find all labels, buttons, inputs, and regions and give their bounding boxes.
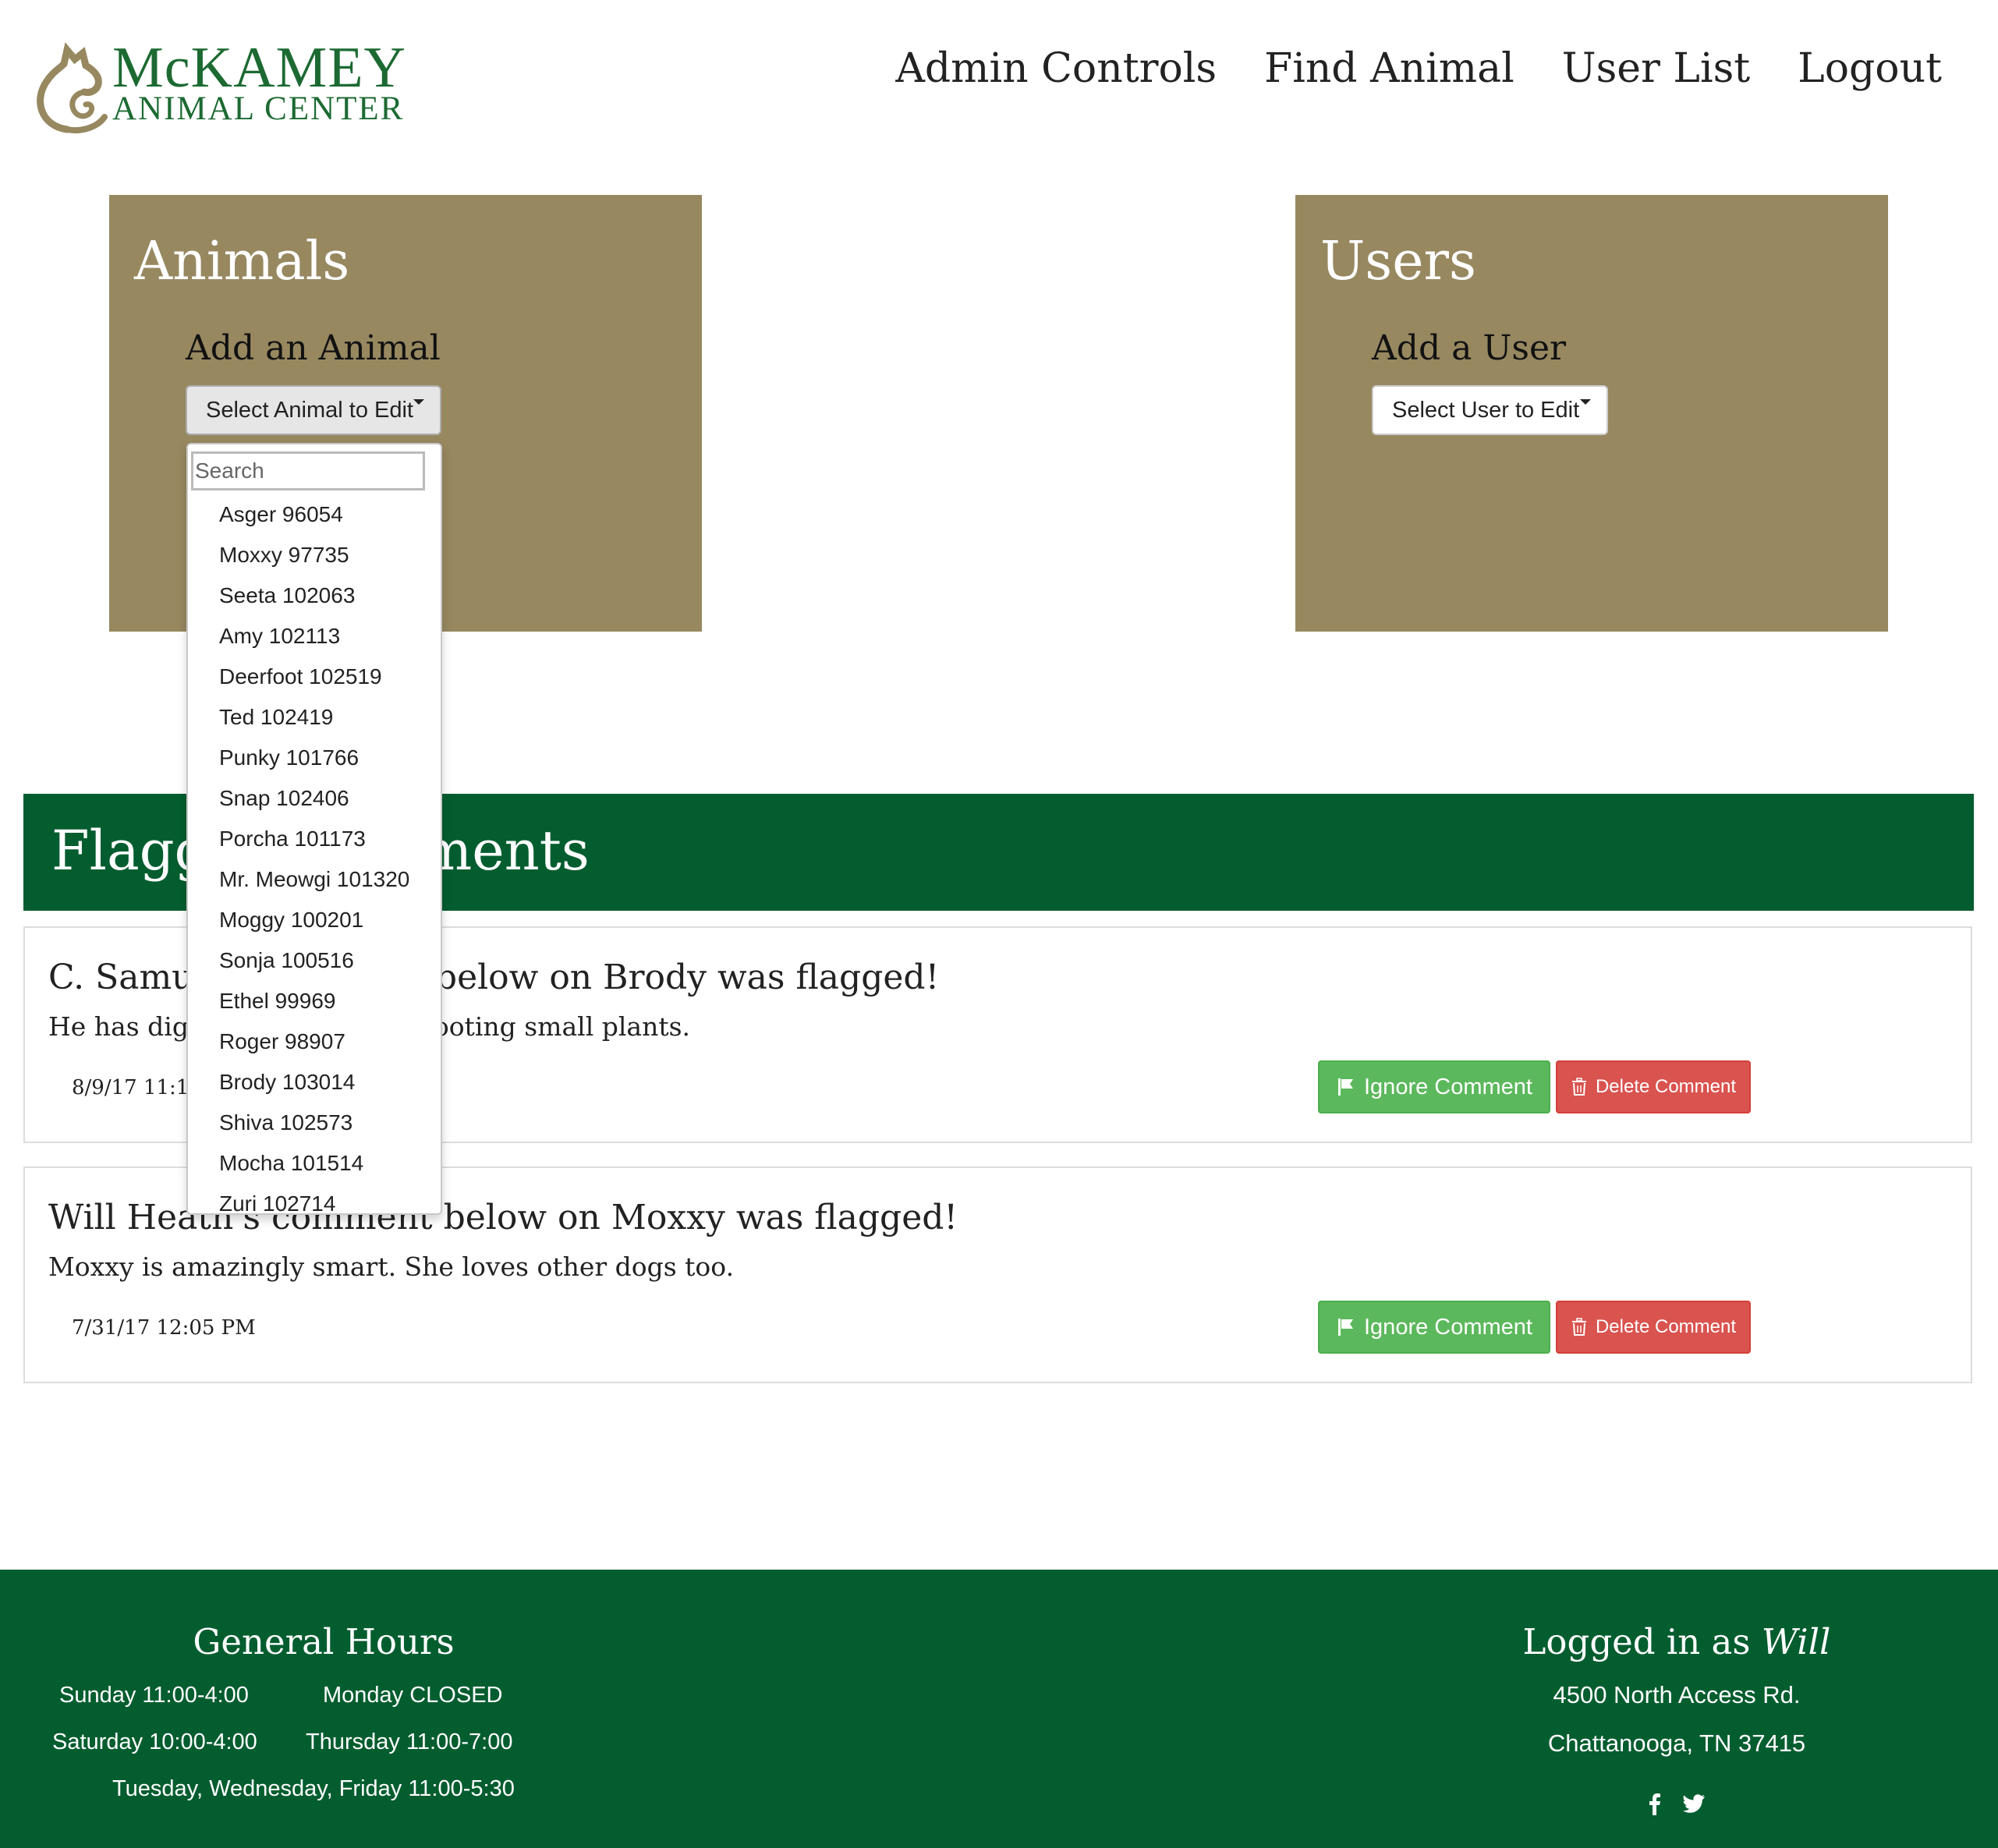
animal-dropdown-item[interactable]: Seeta 102063 bbox=[188, 575, 441, 616]
delete-comment-button[interactable]: Delete Comment bbox=[1556, 1060, 1751, 1113]
comment-heading: C. Samuel's comment below on Brody was f… bbox=[48, 958, 940, 997]
trash-icon bbox=[1571, 1078, 1586, 1096]
comment-body: Moxxy is amazingly smart. She loves othe… bbox=[48, 1251, 735, 1282]
users-panel: Users Add a User Select User to Edit bbox=[1295, 195, 1888, 632]
flag-icon bbox=[1338, 1078, 1353, 1096]
select-user-dropdown[interactable]: Select User to Edit bbox=[1372, 385, 1608, 435]
address-line1: 4500 North Access Rd. bbox=[1553, 1681, 1801, 1708]
delete-comment-label: Delete Comment bbox=[1595, 1316, 1737, 1337]
ignore-comment-button[interactable]: Ignore Comment bbox=[1318, 1301, 1550, 1354]
caret-down-icon bbox=[1580, 399, 1591, 405]
delete-comment-label: Delete Comment bbox=[1595, 1076, 1737, 1097]
logo-subtitle: ANIMAL CENTER bbox=[112, 90, 405, 127]
animal-dropdown-item[interactable]: Sonja 100516 bbox=[188, 940, 441, 981]
main-nav: Admin Controls Find Animal User List Log… bbox=[895, 39, 1942, 98]
twitter-icon[interactable] bbox=[1683, 1794, 1705, 1813]
animal-dropdown-item[interactable]: Amy 102113 bbox=[188, 616, 441, 657]
ignore-comment-button[interactable]: Ignore Comment bbox=[1318, 1060, 1550, 1113]
nav-admin-controls[interactable]: Admin Controls bbox=[895, 39, 1217, 98]
animal-search-input[interactable] bbox=[191, 451, 425, 490]
address-line2: Chattanooga, TN 37415 bbox=[1547, 1729, 1806, 1757]
logged-in-status: Logged in as Will bbox=[1482, 1624, 1872, 1659]
animal-dropdown-item[interactable]: Snap 102406 bbox=[188, 778, 441, 819]
animal-dropdown-item[interactable]: Mocha 101514 bbox=[188, 1143, 441, 1184]
flag-icon bbox=[1338, 1319, 1353, 1336]
dog-cat-logo-icon bbox=[37, 42, 108, 133]
caret-down-icon bbox=[413, 399, 424, 405]
animal-dropdown-item[interactable]: Mr. Meowgi 101320 bbox=[188, 859, 441, 900]
add-animal-link[interactable]: Add an Animal bbox=[186, 331, 441, 366]
animal-dropdown-menu: Asger 96054 Moxxy 97735 Seeta 102063 Amy… bbox=[186, 443, 442, 1216]
delete-comment-button[interactable]: Delete Comment bbox=[1556, 1301, 1751, 1354]
hours-sunday: Sunday 11:00-4:00 bbox=[59, 1683, 249, 1708]
ignore-comment-label: Ignore Comment bbox=[1364, 1314, 1532, 1340]
nav-logout[interactable]: Logout bbox=[1798, 39, 1942, 98]
animal-dropdown-item[interactable]: Ethel 99969 bbox=[188, 981, 441, 1021]
animal-dropdown-item[interactable]: Deerfoot 102519 bbox=[188, 657, 441, 697]
animal-dropdown-item[interactable]: Moxxy 97735 bbox=[188, 535, 441, 575]
facebook-icon[interactable] bbox=[1646, 1792, 1663, 1815]
animal-dropdown-item[interactable]: Asger 96054 bbox=[188, 494, 441, 535]
select-user-label: Select User to Edit bbox=[1392, 398, 1580, 423]
trash-icon bbox=[1571, 1318, 1586, 1336]
animals-title: Animals bbox=[134, 231, 350, 292]
animal-dropdown-item[interactable]: Brody 103014 bbox=[188, 1062, 441, 1103]
comment-timestamp: 7/31/17 12:05 PM bbox=[72, 1316, 256, 1340]
select-animal-dropdown[interactable]: Select Animal to Edit bbox=[186, 385, 441, 435]
nav-find-animal[interactable]: Find Animal bbox=[1264, 39, 1514, 98]
logo-title: McKAMEY bbox=[112, 36, 406, 100]
hours-saturday: Saturday 10:00-4:00 bbox=[52, 1729, 257, 1754]
users-title: Users bbox=[1320, 231, 1476, 292]
animal-dropdown-item[interactable]: Moggy 100201 bbox=[188, 900, 441, 940]
add-user-link[interactable]: Add a User bbox=[1372, 331, 1566, 366]
animal-dropdown-item[interactable]: Porcha 101173 bbox=[188, 819, 441, 859]
animal-dropdown-item[interactable]: Zuri 102714 bbox=[188, 1184, 441, 1224]
animal-dropdown-item[interactable]: Shiva 102573 bbox=[188, 1103, 441, 1143]
hours-thursday: Thursday 11:00-7:00 bbox=[306, 1729, 513, 1754]
logged-in-user: Will bbox=[1761, 1621, 1831, 1662]
select-animal-label: Select Animal to Edit bbox=[206, 398, 413, 423]
hours-weekdays: Tuesday, Wednesday, Friday 11:00-5:30 bbox=[112, 1776, 515, 1801]
general-hours-title: General Hours bbox=[193, 1621, 455, 1662]
animal-dropdown-list: Asger 96054 Moxxy 97735 Seeta 102063 Amy… bbox=[188, 494, 441, 1224]
animal-dropdown-item[interactable]: Punky 101766 bbox=[188, 738, 441, 778]
nav-user-list[interactable]: User List bbox=[1562, 39, 1750, 98]
comment-heading: Will Heath's comment below on Moxxy was … bbox=[48, 1198, 958, 1237]
animal-dropdown-item[interactable]: Roger 98907 bbox=[188, 1021, 441, 1062]
logged-in-prefix: Logged in as bbox=[1522, 1621, 1751, 1662]
ignore-comment-label: Ignore Comment bbox=[1364, 1074, 1532, 1099]
animal-dropdown-item[interactable]: Ted 102419 bbox=[188, 697, 441, 738]
hours-monday: Monday CLOSED bbox=[323, 1683, 503, 1708]
site-logo[interactable]: McKAMEY ANIMAL CENTER bbox=[36, 39, 406, 136]
